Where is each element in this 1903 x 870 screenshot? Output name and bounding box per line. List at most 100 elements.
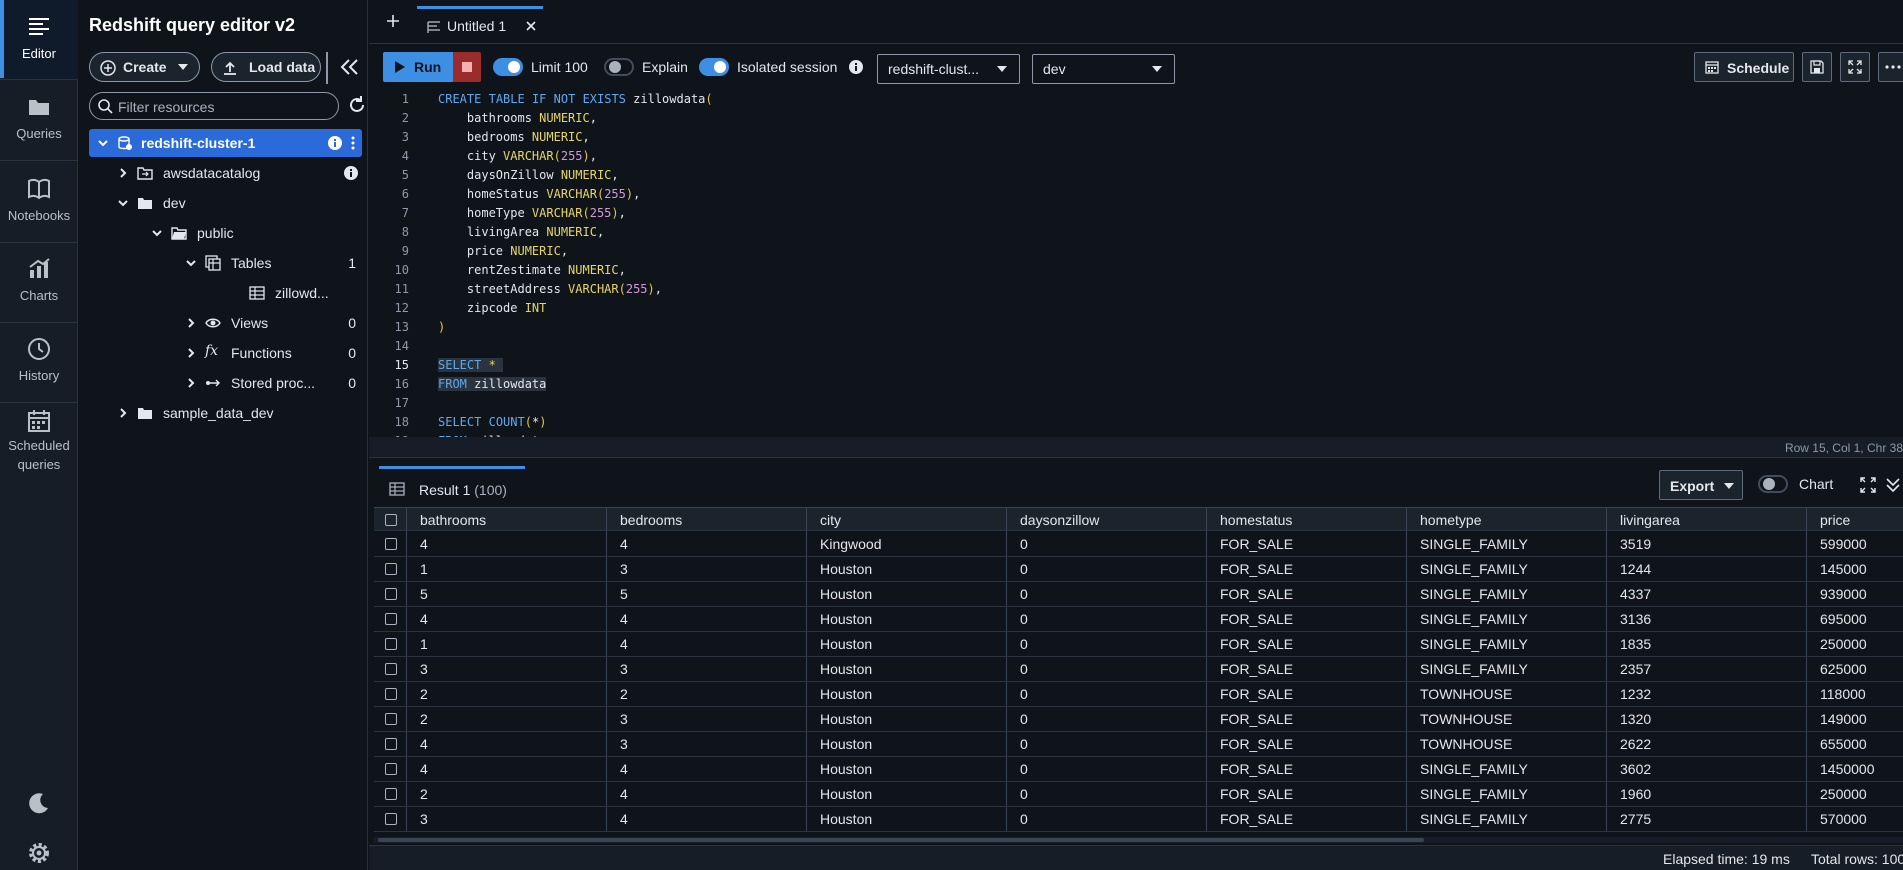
row-checkbox[interactable] xyxy=(385,588,397,600)
table-row[interactable]: 1 4 Houston 0 FOR_SALE SINGLE_FAMILY 1835 25000… xyxy=(374,632,1903,657)
table-row[interactable]: 3 3 Houston 0 FOR_SALE SINGLE_FAMILY 2357 62500… xyxy=(374,657,1903,682)
column-header[interactable]: bedrooms xyxy=(607,508,807,532)
column-header[interactable]: daysonzillow xyxy=(1007,508,1207,532)
moon-icon[interactable] xyxy=(26,790,52,816)
filter-resources-field[interactable] xyxy=(89,92,339,120)
expand-icon[interactable] xyxy=(1860,477,1876,493)
table-cell: 3602 xyxy=(1607,757,1807,781)
table-row[interactable]: 4 3 Houston 0 FOR_SALE TOWNHOUSE 2622 655000 xyxy=(374,732,1903,757)
tree-item-functions[interactable]: fx Functions 0 xyxy=(89,339,362,367)
row-checkbox[interactable] xyxy=(385,813,397,825)
row-checkbox[interactable] xyxy=(385,713,397,725)
table-cell: 0 xyxy=(1007,632,1207,656)
explain-toggle[interactable] xyxy=(604,58,634,76)
rail-item-charts[interactable]: Charts xyxy=(0,242,78,322)
collapse-panel-icon[interactable] xyxy=(337,54,363,80)
gear-icon[interactable] xyxy=(26,840,52,866)
sql-editor[interactable]: 1 CREATE TABLE IF NOT EXISTS zillowdata( … xyxy=(369,90,1903,437)
table-cell: 1 xyxy=(407,632,607,656)
table-cell: 695000 xyxy=(1820,611,1867,627)
more-options-icon[interactable] xyxy=(345,135,361,151)
tree-item-views[interactable]: Views 0 xyxy=(89,309,362,337)
column-header[interactable]: price xyxy=(1807,508,1903,532)
cluster-select[interactable]: redshift-clust... xyxy=(877,54,1020,84)
info-icon[interactable] xyxy=(343,165,359,181)
table-row[interactable]: 1 3 Houston 0 FOR_SALE SINGLE_FAMILY 1244 14500… xyxy=(374,557,1903,582)
run-button[interactable]: Run xyxy=(383,52,453,82)
column-header[interactable]: homestatus xyxy=(1207,508,1407,532)
chart-toggle[interactable] xyxy=(1758,475,1788,493)
tables-icon xyxy=(205,255,221,271)
schedule-button[interactable]: Schedule xyxy=(1694,52,1794,82)
load-data-button[interactable]: Load data xyxy=(211,52,321,82)
tree-item-stored-procedures[interactable]: Stored proc... 0 xyxy=(89,369,362,397)
new-tab-icon[interactable] xyxy=(384,12,402,30)
table-row[interactable]: 2 4 Houston 0 FOR_SALE SINGLE_FAMILY 1960 25000… xyxy=(374,782,1903,807)
create-button[interactable]: Create xyxy=(89,52,200,82)
column-header[interactable]: bathrooms xyxy=(407,508,607,532)
limit-toggle[interactable] xyxy=(493,58,523,76)
table-row[interactable]: 2 3 Houston 0 FOR_SALE TOWNHOUSE 1320 149000 xyxy=(374,707,1903,732)
tree-item-zillowdata[interactable]: zillowd... xyxy=(89,279,362,307)
chevron-down-icon xyxy=(152,230,162,237)
row-checkbox[interactable] xyxy=(385,563,397,575)
tree-item-label: awsdatacatalog xyxy=(163,165,261,181)
database-select[interactable]: dev xyxy=(1032,54,1175,84)
fullscreen-button[interactable] xyxy=(1840,52,1870,82)
table-row[interactable]: 4 4 Houston 0 FOR_SALE SINGLE_FAMILY 3602 14500… xyxy=(374,757,1903,782)
rail-item-queries[interactable]: Queries xyxy=(0,80,78,160)
info-icon[interactable] xyxy=(848,59,864,75)
tree-item-label: zillowd... xyxy=(275,285,329,301)
panel-title: Redshift query editor v2 xyxy=(89,15,296,35)
tree-item-awsdatacatalog[interactable]: awsdatacatalog xyxy=(89,159,362,187)
row-checkbox[interactable] xyxy=(385,663,397,675)
tree-item-dev[interactable]: dev xyxy=(89,189,362,217)
horizontal-scrollbar[interactable] xyxy=(374,837,1903,843)
table-row[interactable]: 3 4 Houston 0 FOR_SALE SINGLE_FAMILY 2775 57000… xyxy=(374,807,1903,832)
rail-item-notebooks[interactable]: Notebooks xyxy=(0,162,78,242)
table-cell: 3519 xyxy=(1607,532,1807,556)
stop-button[interactable] xyxy=(453,52,481,82)
isolated-session-toggle[interactable] xyxy=(699,58,729,76)
table-row[interactable]: 4 4 Houston 0 FOR_SALE SINGLE_FAMILY 3136 69500… xyxy=(374,607,1903,632)
table-cell: Kingwood xyxy=(807,532,1007,556)
rail-item-scheduled-queries[interactable]: Scheduled queries xyxy=(0,404,78,494)
export-button[interactable]: Export xyxy=(1659,470,1743,500)
table-cell: 3 xyxy=(407,657,607,681)
rail-item-history[interactable]: History xyxy=(0,322,78,402)
collapse-results-icon[interactable] xyxy=(1886,477,1900,493)
row-checkbox[interactable] xyxy=(385,688,397,700)
table-cell: 4 xyxy=(607,532,807,556)
row-checkbox[interactable] xyxy=(385,538,397,550)
refresh-icon[interactable] xyxy=(347,95,367,115)
column-header[interactable]: city xyxy=(807,508,1007,532)
table-row[interactable]: 2 2 Houston 0 FOR_SALE TOWNHOUSE 1232 118000 xyxy=(374,682,1903,707)
tree-item-redshift-cluster-1[interactable]: redshift-cluster-1 xyxy=(89,129,362,157)
info-icon[interactable] xyxy=(327,135,343,151)
tree-item-public[interactable]: public xyxy=(89,219,362,247)
tree-item-tables[interactable]: Tables 1 xyxy=(89,249,362,277)
tab-untitled-1[interactable]: Untitled 1 xyxy=(417,6,543,44)
rail-item-editor[interactable]: Editor xyxy=(0,0,78,80)
tree-item-label: Views xyxy=(231,315,269,331)
filter-resources-input[interactable] xyxy=(118,97,328,117)
select-all-checkbox[interactable] xyxy=(385,514,397,526)
row-checkbox[interactable] xyxy=(385,763,397,775)
row-checkbox[interactable] xyxy=(385,613,397,625)
table-cell: 4337 xyxy=(1607,582,1807,606)
table-row[interactable]: 5 5 Houston 0 FOR_SALE SINGLE_FAMILY 4337 93900… xyxy=(374,582,1903,607)
column-header[interactable]: hometype xyxy=(1407,508,1607,532)
select-all-cell xyxy=(374,508,407,532)
row-checkbox[interactable] xyxy=(385,788,397,800)
tab-result-1[interactable]: Result 1 (100) xyxy=(379,466,525,508)
more-actions-button[interactable] xyxy=(1878,52,1903,82)
row-checkbox[interactable] xyxy=(385,738,397,750)
scrollbar-thumb[interactable] xyxy=(378,838,1424,842)
close-tab-icon[interactable] xyxy=(525,20,537,32)
tree-item-sample-data-dev[interactable]: sample_data_dev xyxy=(89,399,362,427)
row-checkbox[interactable] xyxy=(385,638,397,650)
save-button[interactable] xyxy=(1802,52,1832,82)
column-header[interactable]: livingarea xyxy=(1607,508,1807,532)
code-line: 5 daysOnZillow NUMERIC, xyxy=(369,166,1903,185)
table-row[interactable]: 4 4 Kingwood 0 FOR_SALE SINGLE_FAMILY 3519 5990… xyxy=(374,532,1903,557)
